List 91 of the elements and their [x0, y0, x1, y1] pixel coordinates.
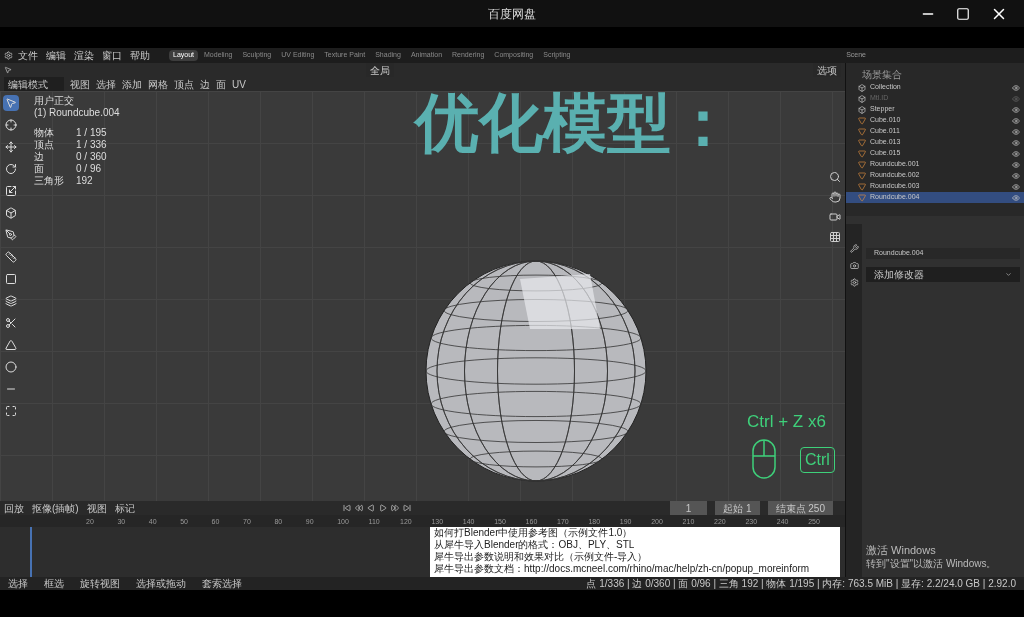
triangle-icon[interactable] [5, 339, 17, 351]
visibility-icon[interactable] [1012, 127, 1020, 136]
menu-item[interactable]: 帮助 [127, 48, 153, 63]
document-line: 如何打Blender中使用参考图（示例文件1.0） [434, 527, 634, 539]
timeline-menu-item[interactable]: 回放 [4, 500, 24, 516]
document-line: 犀牛导出参数文档：http://docs.mcneel.com/rhino/mac/help/zh-cn/popup_moreinform [434, 563, 811, 575]
knife-icon[interactable] [5, 317, 17, 329]
status-hint: 套索选择 [202, 577, 242, 591]
move-icon[interactable] [5, 141, 17, 153]
layers-icon[interactable] [5, 295, 17, 307]
crosshair-icon[interactable] [5, 119, 17, 131]
camera-icon[interactable] [829, 211, 841, 223]
add-modifier-dropdown[interactable]: 添加修改器 [866, 266, 1020, 282]
pen-icon[interactable] [5, 229, 17, 241]
visibility-icon[interactable] [1012, 171, 1020, 180]
status-hint: 选择或拖动 [136, 577, 186, 591]
timeline-menu-item[interactable]: 抠像(插帧) [32, 500, 79, 516]
scale-icon[interactable] [5, 185, 17, 197]
view-name: 用户正交 [34, 95, 75, 107]
status-stats: 点 1/336 | 边 0/360 | 面 0/96 | 三角 192 | 物体 1/195 | 内存: 763.5 MiB | 显存: 2.2/24.0 GB | 2.92.0 [586, 577, 1016, 591]
fast-forward-icon[interactable] [390, 504, 399, 512]
maximize-icon[interactable] [956, 6, 970, 21]
header-menu-item[interactable]: 网格 [148, 76, 168, 92]
header-menu-item[interactable]: 添加 [122, 76, 142, 92]
stat-label: 边 [34, 151, 45, 163]
menu-item[interactable]: 窗口 [99, 48, 125, 63]
circle-icon[interactable] [5, 361, 17, 373]
stat-value: 1 / 336 [76, 139, 107, 151]
play-reverse-icon[interactable] [366, 504, 375, 512]
menu-item[interactable]: 文件 [15, 48, 41, 63]
visibility-icon[interactable] [1012, 193, 1020, 202]
outliner-title: 场景集合 [861, 68, 903, 82]
mouse-icon [752, 439, 776, 479]
visibility-icon[interactable] [1012, 116, 1020, 125]
menu-item[interactable]: 编辑 [43, 48, 69, 63]
timeline-menu-item[interactable]: 标记 [114, 500, 135, 516]
visibility-icon[interactable] [1012, 182, 1020, 191]
stat-label: 面 [34, 163, 45, 175]
document-line: 犀牛导出参数说明和效果对比（示例文件-导入） [434, 551, 649, 563]
collection-icon [858, 94, 866, 103]
stat-label: 顶点 [34, 139, 55, 151]
square-icon[interactable] [5, 273, 17, 285]
select-cursor-icon[interactable] [5, 97, 17, 109]
grid-icon[interactable] [829, 231, 841, 243]
stat-label: 三角形 [34, 175, 65, 187]
collection-icon [858, 83, 866, 92]
tool-select-icon[interactable] [4, 66, 12, 74]
stat-value: 1 / 195 [76, 127, 107, 139]
document-line: 从犀牛导入Blender的格式：OBJ、PLY、STL [434, 539, 636, 551]
status-hint: 旋转视图 [80, 577, 120, 591]
chevron-down-icon [1005, 270, 1012, 278]
overlay-title: 优化模型： [415, 91, 735, 155]
header-menu-item[interactable]: UV [232, 76, 246, 92]
menu-item[interactable]: 渲染 [71, 48, 97, 63]
wrench-icon[interactable] [849, 244, 859, 253]
cube-icon[interactable] [5, 207, 17, 219]
object-name: (1) Roundcube.004 [34, 107, 120, 119]
header-menu-item[interactable]: 面 [216, 76, 226, 92]
stat-value: 192 [76, 175, 93, 187]
visibility-icon[interactable] [1012, 149, 1020, 158]
collection-icon [858, 105, 866, 114]
shortcut-caption: Ctrl + Z x6 [747, 411, 826, 433]
jump-end-icon[interactable] [402, 504, 411, 512]
activation-title: 激活 Windows [866, 542, 937, 558]
window-title: 百度网盘 [488, 5, 536, 23]
visibility-icon[interactable] [1012, 138, 1020, 147]
timeline-menu-item[interactable]: 视图 [86, 500, 107, 516]
hand-icon[interactable] [829, 191, 841, 203]
header-menu-item[interactable]: 边 [200, 76, 210, 92]
status-hint: 框选 [44, 577, 64, 591]
visibility-icon[interactable] [1012, 160, 1020, 169]
status-hint: 选择 [8, 577, 28, 591]
jump-start-icon[interactable] [342, 504, 351, 512]
camera-icon[interactable] [849, 261, 859, 270]
key-cap: Ctrl [800, 447, 835, 473]
rotate-icon[interactable] [5, 163, 17, 175]
stat-value: 0 / 360 [76, 151, 107, 163]
header-menu-item[interactable]: 选择 [96, 76, 116, 92]
zoom-icon[interactable] [829, 171, 841, 183]
stat-value: 0 / 96 [76, 163, 102, 175]
rewind-icon[interactable] [354, 504, 363, 512]
gear-icon[interactable] [849, 278, 859, 287]
ruler-icon[interactable] [5, 251, 17, 263]
activation-hint: 转到"设置"以激活 Windows。 [866, 558, 998, 569]
header-menu-item[interactable]: 视图 [70, 76, 90, 92]
visibility-icon[interactable] [1012, 83, 1020, 92]
maximize-icon[interactable] [5, 405, 17, 417]
visibility-icon[interactable] [1012, 105, 1020, 114]
play-icon[interactable] [378, 504, 387, 512]
header-menu-item[interactable]: 顶点 [174, 76, 194, 92]
stat-label: 物体 [34, 127, 55, 139]
